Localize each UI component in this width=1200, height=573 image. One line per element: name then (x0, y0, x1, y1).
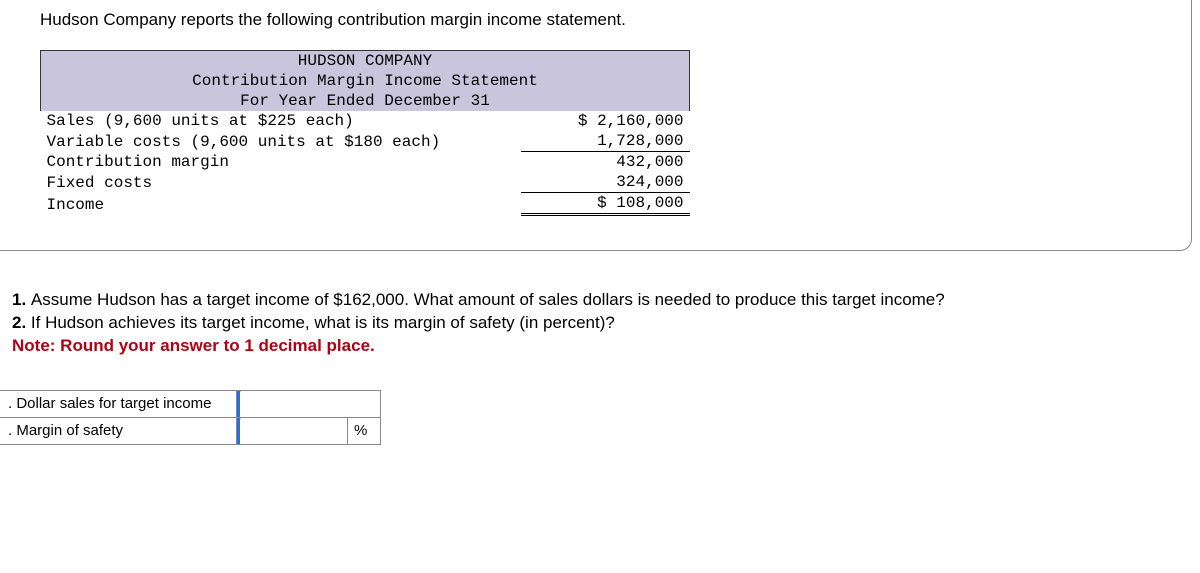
q2-text: If Hudson achieves its target income, wh… (31, 313, 615, 332)
question-1: 1. Assume Hudson has a target income of … (12, 289, 1188, 312)
answer-row-1: . Dollar sales for target income (0, 390, 381, 417)
answer-input-cell-1 (237, 390, 381, 417)
statement-row: Income$ 108,000 (41, 193, 690, 215)
statement-row: Contribution margin432,000 (41, 152, 690, 173)
statement-row-label: Income (41, 193, 521, 215)
input-marker-icon (237, 391, 240, 417)
statement-row: Sales (9,600 units at $225 each)$ 2,160,… (41, 111, 690, 131)
income-statement-table: HUDSON COMPANY Contribution Margin Incom… (40, 50, 690, 216)
question-box: Hudson Company reports the following con… (0, 0, 1192, 251)
percent-unit-label: % (348, 417, 381, 444)
answer-table: . Dollar sales for target income . Margi… (0, 390, 381, 445)
statement-row-amount: $ 2,160,000 (521, 111, 690, 131)
statement-header-company: HUDSON COMPANY (41, 51, 690, 72)
statement-row-amount: $ 108,000 (521, 193, 690, 215)
statement-header-title: Contribution Margin Income Statement (41, 71, 690, 91)
statement-row-amount: 432,000 (521, 152, 690, 173)
statement-row-label: Fixed costs (41, 172, 521, 193)
input-marker-icon (237, 418, 240, 444)
answer-input-cell-2 (237, 417, 348, 444)
answer-label-2: . Margin of safety (0, 417, 237, 444)
statement-row: Fixed costs324,000 (41, 172, 690, 193)
answer-label-1: . Dollar sales for target income (0, 390, 237, 417)
q1-number: 1. (12, 290, 31, 309)
statement-row-amount: 324,000 (521, 172, 690, 193)
question-list: 1. Assume Hudson has a target income of … (0, 289, 1200, 358)
intro-text: Hudson Company reports the following con… (0, 10, 1191, 30)
statement-row: Variable costs (9,600 units at $180 each… (41, 131, 690, 152)
question-2: 2. If Hudson achieves its target income,… (12, 312, 1188, 335)
answer-row-2: . Margin of safety % (0, 417, 381, 444)
rounding-note: Note: Round your answer to 1 decimal pla… (12, 335, 1188, 358)
q1-text: Assume Hudson has a target income of $16… (31, 290, 945, 309)
q2-number: 2. (12, 313, 31, 332)
margin-of-safety-input[interactable] (237, 418, 347, 444)
statement-row-label: Variable costs (9,600 units at $180 each… (41, 131, 521, 152)
statement-header-period: For Year Ended December 31 (41, 91, 690, 111)
statement-row-label: Sales (9,600 units at $225 each) (41, 111, 521, 131)
dollar-sales-input[interactable] (237, 391, 380, 417)
statement-row-label: Contribution margin (41, 152, 521, 173)
statement-row-amount: 1,728,000 (521, 131, 690, 152)
